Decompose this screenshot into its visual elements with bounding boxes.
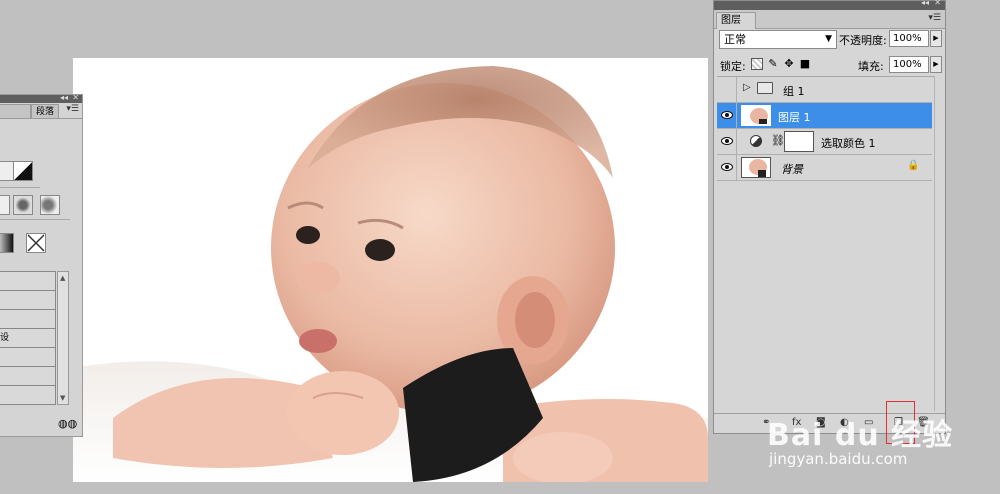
list-item[interactable] [0,367,55,386]
chevron-down-icon: ▼ [825,34,832,44]
layer-thumbnail [741,157,771,178]
layer-row-adjustment[interactable]: ⛓ 选取颜色 1 [717,129,932,155]
opacity-input[interactable]: 100% [889,30,929,47]
fill-label: 填充: [858,60,884,73]
visibility-toggle[interactable] [717,129,737,154]
levels-icon[interactable] [0,161,14,181]
visibility-toggle[interactable] [717,103,737,128]
divider [0,187,40,188]
layer-name: 图层 1 [778,111,811,124]
collapse-icon[interactable]: ◂◂ [60,93,68,102]
channel-mixer-icon[interactable] [13,195,33,215]
panel-titlebar: ◂◂ ✕ [714,0,945,10]
lock-transparent-icon[interactable] [751,58,763,70]
layer-name: 选取颜色 1 [821,137,876,150]
scroll-up-icon[interactable]: ▲ [60,274,65,282]
tab-layers[interactable]: 图层 [716,12,756,29]
lock-icon: 🔒 [907,160,920,171]
new-group-icon[interactable]: ▭ [864,417,873,428]
baby-photo [73,58,708,482]
blend-mode-select[interactable]: 正常 ▼ [719,30,837,49]
lock-all-icon[interactable]: ■ [799,58,811,70]
panel-titlebar: ◂◂ ✕ [0,93,82,103]
layer-name: 背景 [781,163,803,176]
expand-arrow-icon[interactable]: ▷ [743,82,751,93]
clip-icon[interactable]: ◍◍ [58,417,77,430]
layers-tabrow: 图层 ▾☰ [714,10,945,29]
link-chain-icon[interactable]: ⛓ [771,134,785,147]
invert-icon[interactable] [26,233,46,253]
adjust-icon-a[interactable] [0,195,10,215]
layers-list: ▷ 组 1 图层 1 ⛓ 选取颜色 1 背景 🔒 [717,76,934,411]
list-item[interactable]: 设 [0,329,55,348]
watermark-url: jingyan.baidu.com [769,450,908,468]
adjustment-layer-icon [750,135,762,147]
gradient-map-icon[interactable] [0,233,14,253]
highlight-box [886,401,915,444]
layer-name: 组 1 [783,85,805,98]
opacity-arrow-icon[interactable]: ▶ [930,30,942,47]
lock-label: 锁定: [720,60,746,73]
selective-color-icon[interactable] [40,195,60,215]
blend-mode-value: 正常 [724,33,746,46]
panel-menu-icon[interactable]: ▾☰ [66,104,79,114]
panel-menu-icon[interactable]: ▾☰ [928,13,941,23]
visibility-toggle[interactable] [717,77,737,102]
exposure-icon[interactable] [13,161,33,181]
close-icon[interactable]: ✕ [72,93,79,102]
lock-paint-brush-icon[interactable]: ✎ [767,58,779,70]
link-layers-icon[interactable]: ⚭ [762,417,770,428]
scroll-down-icon[interactable]: ▼ [60,394,65,402]
preset-list[interactable]: 设 [0,271,56,405]
eye-icon [721,163,733,171]
paragraph-panel: ◂◂ ✕ 段落 ▾☰ 设 ▲ ▼ ◍◍ [0,93,83,437]
list-item[interactable] [0,272,55,291]
fill-arrow-icon[interactable]: ▶ [930,56,942,73]
eye-icon [721,111,733,119]
list-item[interactable] [0,310,55,329]
folder-icon [757,82,773,94]
tab-paragraph[interactable]: 段落 [31,104,60,118]
visibility-toggle[interactable] [717,155,737,180]
add-mask-icon[interactable]: ◙ [816,417,826,428]
list-item[interactable] [0,386,55,405]
fill-input[interactable]: 100% [889,56,929,73]
layers-panel: ◂◂ ✕ 图层 ▾☰ 正常 ▼ 不透明度: 100% ▶ 锁定: ✎ ✥ ■ 填… [713,0,946,434]
layer-row-background[interactable]: 背景 🔒 [717,155,932,181]
tab-character[interactable] [0,104,31,118]
layer-row-group[interactable]: ▷ 组 1 [717,77,932,103]
list-item[interactable] [0,348,55,367]
layer-thumbnail [741,105,771,126]
collapse-icon[interactable]: ◂◂ [921,0,929,7]
document-canvas[interactable] [73,58,708,482]
delete-layer-icon[interactable]: 🗑 [917,417,930,428]
layer-row-layer1[interactable]: 图层 1 [717,103,932,129]
layer-mask-thumbnail[interactable] [784,131,814,152]
layers-scrollbar[interactable] [934,76,943,411]
eye-icon [721,137,733,145]
divider [0,219,70,220]
lock-move-icon[interactable]: ✥ [783,58,795,70]
panel-tabs: 段落 ▾☰ [0,103,82,119]
opacity-label: 不透明度: [839,34,887,47]
new-adjustment-icon[interactable]: ◐ [840,417,849,428]
list-item[interactable] [0,291,55,310]
layer-style-icon[interactable]: fx [792,417,801,428]
close-icon[interactable]: ✕ [934,0,941,7]
list-scrollbar[interactable]: ▲ ▼ [57,271,69,405]
blend-row: 正常 ▼ 不透明度: 100% ▶ [717,30,943,50]
